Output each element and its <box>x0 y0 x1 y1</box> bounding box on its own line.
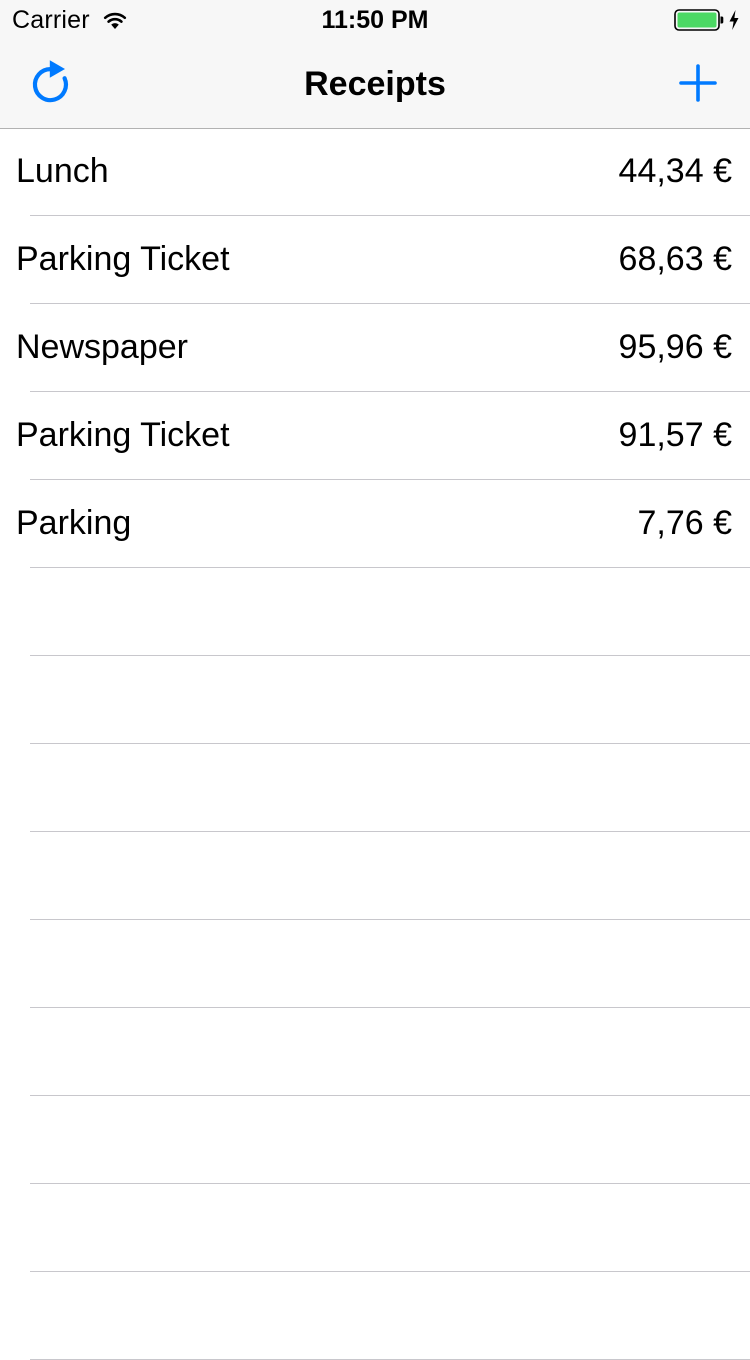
top-bar: Carrier 11:50 PM Receipts <box>0 0 750 129</box>
add-receipt-button[interactable] <box>670 58 726 110</box>
charging-bolt-icon <box>729 10 739 30</box>
receipts-list: Lunch 44,34 € Parking Ticket 68,63 € New… <box>0 128 750 1360</box>
empty-row <box>0 1008 750 1096</box>
navigation-bar: Receipts <box>0 40 750 128</box>
receipt-title: Parking Ticket <box>16 240 230 278</box>
receipt-amount: 91,57 € <box>618 416 732 454</box>
receipt-row[interactable]: Newspaper 95,96 € <box>0 304 750 392</box>
receipt-amount: 68,63 € <box>618 240 732 278</box>
empty-row <box>0 1096 750 1184</box>
empty-row <box>0 920 750 1008</box>
receipt-title: Newspaper <box>16 328 188 366</box>
refresh-button[interactable] <box>22 58 78 110</box>
empty-row <box>0 1272 750 1360</box>
receipt-row[interactable]: Lunch 44,34 € <box>0 128 750 216</box>
receipt-title: Parking <box>16 504 132 542</box>
empty-row <box>0 744 750 832</box>
empty-row <box>0 1184 750 1272</box>
page-title: Receipts <box>304 65 446 103</box>
receipt-title: Lunch <box>16 152 109 190</box>
receipt-amount: 95,96 € <box>618 328 732 366</box>
battery-icon <box>674 9 724 31</box>
empty-row <box>0 568 750 656</box>
receipt-row[interactable]: Parking 7,76 € <box>0 480 750 568</box>
status-time: 11:50 PM <box>321 6 429 34</box>
receipt-amount: 44,34 € <box>618 152 732 190</box>
status-bar: Carrier 11:50 PM <box>0 0 750 40</box>
receipt-title: Parking Ticket <box>16 416 230 454</box>
receipt-row[interactable]: Parking Ticket 68,63 € <box>0 216 750 304</box>
receipt-amount: 7,76 € <box>637 504 732 542</box>
refresh-icon <box>32 60 69 103</box>
empty-row <box>0 832 750 920</box>
receipt-row[interactable]: Parking Ticket 91,57 € <box>0 392 750 480</box>
plus-icon <box>679 64 717 102</box>
empty-row <box>0 656 750 744</box>
battery-group <box>674 9 740 31</box>
